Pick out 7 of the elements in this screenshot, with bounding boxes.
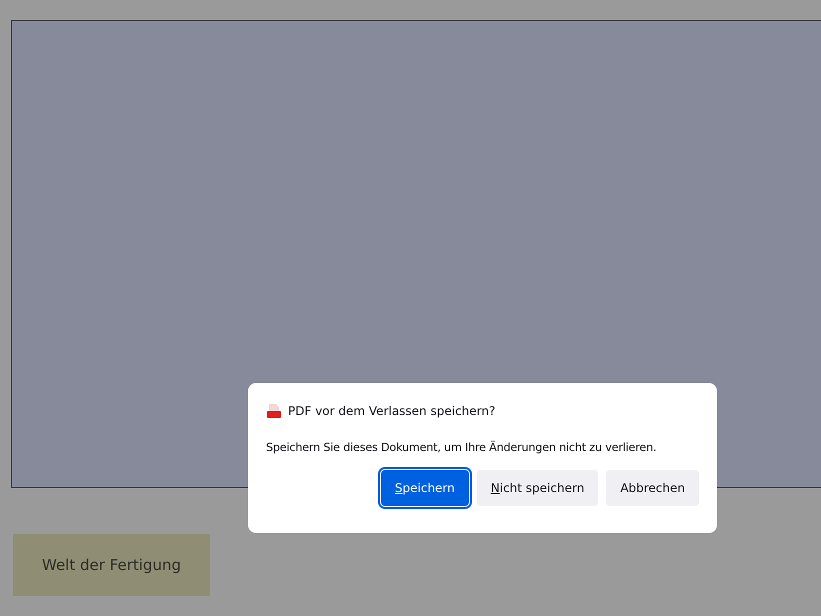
dialog-title: PDF vor dem Verlassen speichern? xyxy=(288,404,496,418)
pdf-file-icon xyxy=(266,403,282,419)
page-button[interactable]: Welt der Fertigung xyxy=(13,534,210,596)
dont-save-button[interactable]: Nicht speichern xyxy=(476,470,598,506)
dialog-message: Speichern Sie dieses Dokument, um Ihre Änderungen nicht zu verlieren. xyxy=(266,441,658,454)
save-button[interactable]: Speichern xyxy=(380,470,469,506)
cancel-button[interactable]: Abbrechen xyxy=(606,470,699,506)
